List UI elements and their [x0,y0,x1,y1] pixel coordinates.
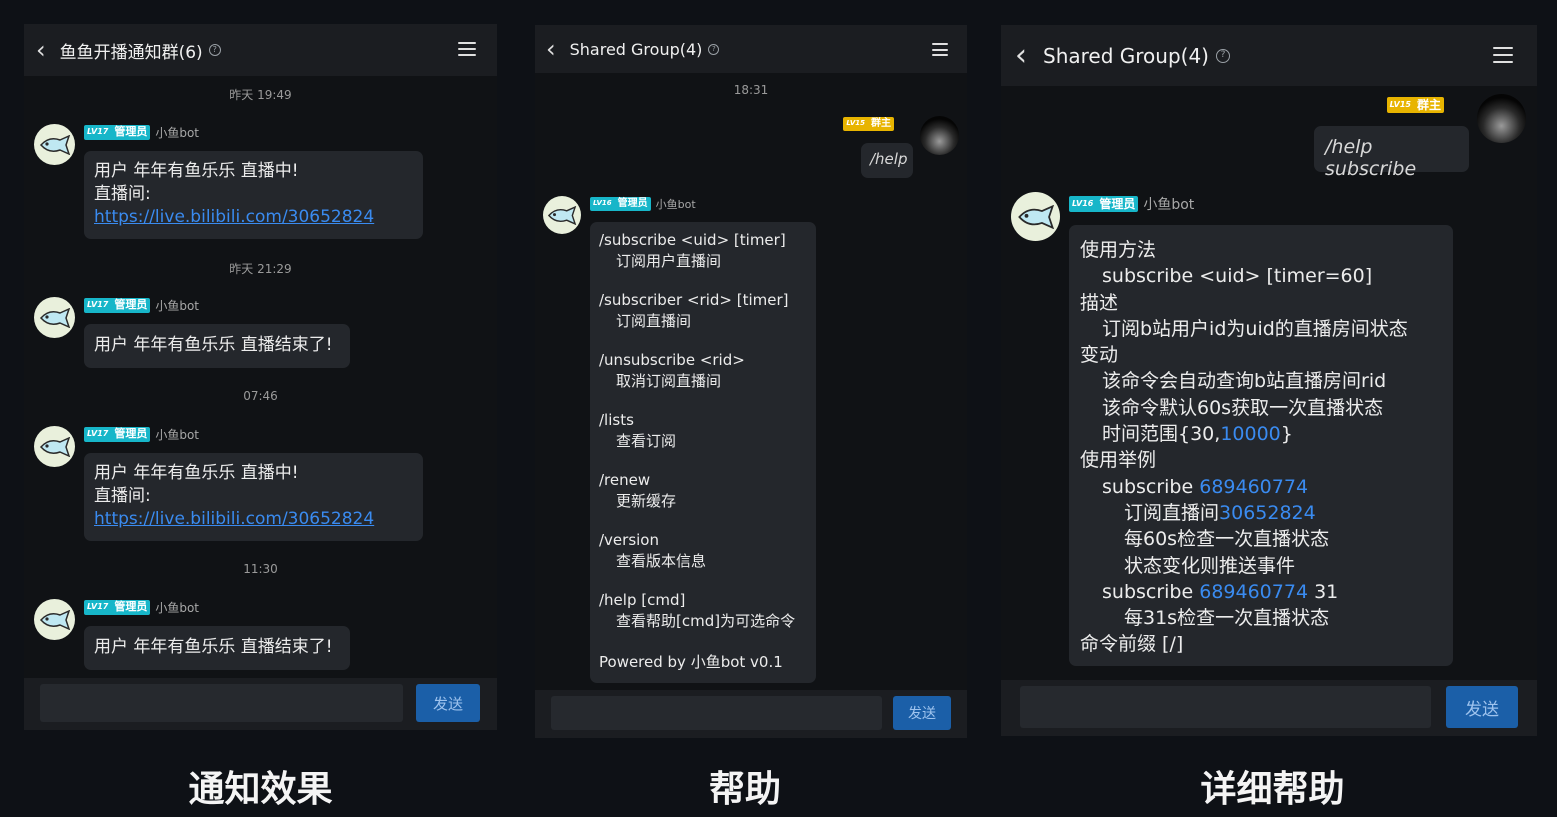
sender-meta: LV17 管理员 小鱼bot [84,297,199,314]
back-arrow-icon[interactable]: ‹ [546,37,556,61]
sender-name: 小鱼bot [155,126,199,140]
sender-meta: LV16 管理员 小鱼bot [590,196,696,212]
send-button[interactable]: 发送 [1446,686,1518,728]
back-arrow-icon[interactable]: ‹ [36,38,46,62]
help-entry: /help [cmd] 查看帮助[cmd]为可选命令 [599,591,796,630]
level-badge: LV17 管理员 [84,298,151,313]
fish-icon [39,609,70,630]
message-input[interactable] [1020,686,1431,728]
level-badge: LV16 管理员 [1069,195,1139,213]
chat-header: ‹ Shared Group(4) ? [535,25,967,73]
bot-avatar[interactable] [34,297,75,338]
help-circle-icon[interactable]: ? [708,43,720,55]
level-badge: LV17 管理员 [84,125,151,140]
link-rid[interactable]: 30652824 [1219,502,1316,524]
menu-icon[interactable] [458,42,476,56]
level-badge: LV16 管理员 [590,197,651,211]
sender-meta: LV16 管理员 小鱼bot [1069,194,1194,214]
timestamp: 07:46 [243,389,278,403]
sender-meta: LV17 管理员 小鱼bot [84,426,199,443]
user-avatar[interactable] [1477,94,1526,143]
message-bubble: /help [861,143,913,178]
bot-avatar[interactable] [34,124,75,165]
chat-panel-help: ‹ Shared Group(4) ? 18:31 LV15 群主 /help L… [535,25,967,738]
message-input[interactable] [40,684,403,722]
timestamp: 昨天 21:29 [229,262,292,276]
link-uid[interactable]: 689460774 [1199,581,1308,603]
group-title: 鱼鱼开播通知群(6) [59,42,203,63]
timestamp: 昨天 19:49 [229,88,292,102]
caption-detailed-help: 详细帮助 [1200,769,1345,810]
bot-avatar[interactable] [543,196,581,234]
fish-icon [547,205,577,225]
message-bubble: 用户 年年有鱼乐乐 直播结束了! [84,324,350,368]
sender-meta: LV15 群主 [843,117,894,131]
help-entry: /subscribe <uid> [timer] 订阅用户直播间 [599,231,786,270]
help-entry: /unsubscribe <rid> 取消订阅直播间 [599,351,745,390]
message-bubble: 用户 年年有鱼乐乐 直播结束了! [84,626,350,670]
fish-icon [39,436,70,457]
sender-name: 小鱼bot [155,299,199,313]
help-entry: /subscriber <rid> [timer] 订阅直播间 [599,291,789,330]
link-number[interactable]: 10000 [1220,423,1280,445]
detail-help-bubble: 使用方法 subscribe <uid> [timer=60] 描述 订阅b站用… [1069,225,1453,666]
group-title: Shared Group(4) [1043,43,1209,68]
help-circle-icon[interactable]: ? [1216,48,1230,63]
message-bubble: 用户 年年有鱼乐乐 直播中! 直播间: https://live.bilibil… [84,151,423,239]
sender-name: 小鱼bot [655,198,696,211]
timestamp: 11:30 [243,562,278,576]
bot-avatar[interactable] [34,599,75,640]
level-badge: LV15 群主 [843,117,894,131]
fish-icon [39,134,70,155]
sender-name: 小鱼bot [1143,197,1195,213]
input-bar: 发送 [1001,680,1537,736]
input-bar: 发送 [535,690,967,738]
help-entry: /lists 查看订阅 [599,411,677,450]
message-bubble: /help subscribe [1314,126,1469,180]
chat-header: ‹ Shared Group(4) ? [1001,25,1537,86]
help-bubble: /subscribe <uid> [timer] 订阅用户直播间 /subscri… [590,222,816,683]
sender-name: 小鱼bot [155,601,199,615]
user-avatar[interactable] [920,116,959,155]
sender-meta: LV15 群主 [1386,97,1444,114]
help-circle-icon[interactable]: ? [208,44,221,56]
fish-icon [1017,204,1054,229]
sender-name: 小鱼bot [155,428,199,442]
back-arrow-icon[interactable]: ‹ [1015,40,1027,71]
powered-by: Powered by 小鱼bot v0.1 [599,653,783,671]
level-badge: LV17 管理员 [84,427,151,442]
timestamp: 18:31 [733,83,769,97]
input-bar: 发送 [24,678,497,730]
help-entry: /version 查看版本信息 [599,531,707,570]
menu-icon[interactable] [932,43,948,56]
live-link[interactable]: https://live.bilibili.com/30652824 [94,509,374,529]
live-link[interactable]: https://live.bilibili.com/30652824 [94,207,374,227]
sender-meta: LV17 管理员 小鱼bot [84,124,199,141]
chat-panel-detailed-help: ‹ Shared Group(4) ? LV15 群主 /help subscri… [1001,25,1537,736]
level-badge: LV15 群主 [1386,97,1444,114]
chat-header: ‹ 鱼鱼开播通知群(6) ? [24,24,497,76]
fish-icon [39,307,70,328]
level-badge: LV17 管理员 [84,600,151,615]
link-uid[interactable]: 689460774 [1199,476,1308,498]
message-bubble: 用户 年年有鱼乐乐 直播中! 直播间: https://live.bilibil… [84,453,423,541]
caption-help: 帮助 [708,769,781,810]
menu-icon[interactable] [1493,47,1513,63]
help-entry: /renew 更新缓存 [599,471,677,510]
message-input[interactable] [551,696,882,730]
bot-avatar[interactable] [1011,192,1060,241]
caption-notify: 通知效果 [188,769,333,810]
sender-meta: LV17 管理员 小鱼bot [84,599,199,616]
group-title: Shared Group(4) [569,39,703,59]
chat-panel-notify: ‹ 鱼鱼开播通知群(6) ? 昨天 19:49 LV17 管理员 小鱼bot 用户… [24,24,497,730]
send-button[interactable]: 发送 [893,696,951,730]
send-button[interactable]: 发送 [416,684,480,722]
bot-avatar[interactable] [34,426,75,467]
